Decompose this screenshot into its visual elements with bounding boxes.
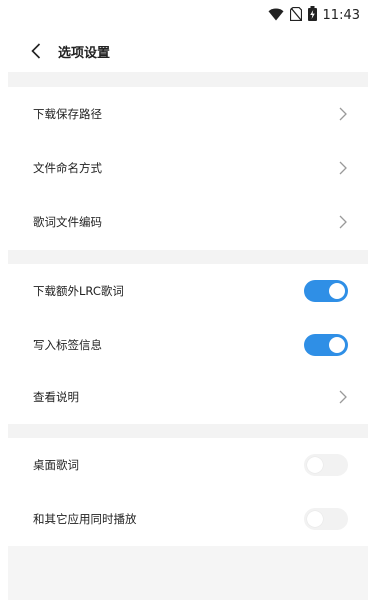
view-instructions-label: 查看说明 <box>33 390 79 404</box>
write-tags-toggle[interactable] <box>304 334 348 356</box>
bottom-spacer <box>8 546 368 600</box>
extra-lrc-label: 下载额外LRC歌词 <box>33 284 124 298</box>
lyrics-encoding-row[interactable]: 歌词文件编码 <box>8 195 368 249</box>
header: 选项设置 <box>8 30 368 72</box>
lyrics-encoding-label: 歌词文件编码 <box>33 215 102 229</box>
file-naming-row[interactable]: 文件命名方式 <box>8 141 368 195</box>
settings-screen: 11:43 选项设置 下载保存路径 文件命名方式 歌词文件编码 下载额外LRC歌… <box>8 0 368 600</box>
section-divider <box>8 72 368 87</box>
toggle-knob <box>329 337 345 353</box>
section-divider <box>8 424 368 438</box>
toggle-knob <box>307 511 323 527</box>
status-bar: 11:43 <box>8 0 368 30</box>
desktop-lyrics-toggle[interactable] <box>304 454 348 476</box>
play-with-other-apps-label: 和其它应用同时播放 <box>33 512 137 526</box>
chevron-left-icon <box>31 43 41 59</box>
desktop-lyrics-label: 桌面歌词 <box>33 458 79 472</box>
toggle-knob <box>329 283 345 299</box>
chevron-right-icon <box>339 107 347 121</box>
no-sim-icon <box>289 6 302 25</box>
chevron-right-icon <box>339 390 347 404</box>
toggle-knob <box>307 457 323 473</box>
status-time: 11:43 <box>322 8 360 23</box>
play-with-other-apps-toggle[interactable] <box>304 508 348 530</box>
battery-charging-icon <box>307 6 317 25</box>
chevron-right-icon <box>339 215 347 229</box>
extra-lrc-row: 下载额外LRC歌词 <box>8 264 368 318</box>
chevron-right-icon <box>339 161 347 175</box>
page-title: 选项设置 <box>58 45 111 61</box>
write-tags-row: 写入标签信息 <box>8 318 368 372</box>
view-instructions-row[interactable]: 查看说明 <box>8 370 368 424</box>
extra-lrc-toggle[interactable] <box>304 280 348 302</box>
section-divider <box>8 250 368 264</box>
wifi-icon <box>268 6 284 25</box>
download-path-label: 下载保存路径 <box>33 107 102 121</box>
file-naming-label: 文件命名方式 <box>33 161 102 175</box>
download-path-row[interactable]: 下载保存路径 <box>8 87 368 141</box>
write-tags-label: 写入标签信息 <box>33 338 102 352</box>
play-with-other-apps-row: 和其它应用同时播放 <box>8 492 368 546</box>
back-button[interactable] <box>18 33 54 69</box>
status-icons: 11:43 <box>268 6 360 25</box>
desktop-lyrics-row: 桌面歌词 <box>8 438 368 492</box>
